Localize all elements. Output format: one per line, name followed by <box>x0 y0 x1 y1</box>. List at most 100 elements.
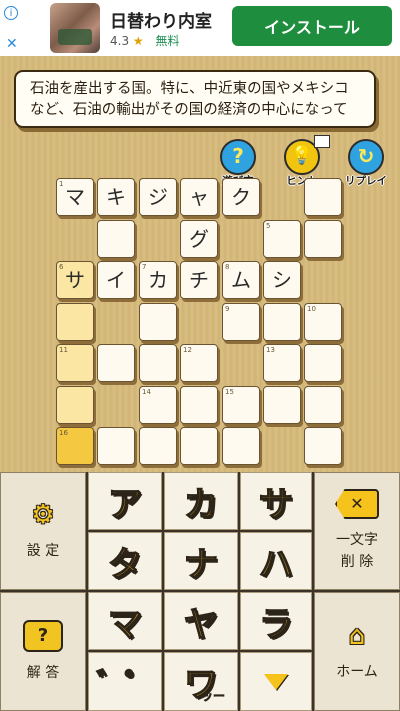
grid-cell[interactable]: 10 <box>304 303 342 341</box>
grid-cell[interactable] <box>97 344 135 382</box>
grid-cell[interactable] <box>263 303 301 341</box>
cell-number: 11 <box>59 346 68 354</box>
grid-cell[interactable]: ジ <box>139 178 177 216</box>
grid-cell[interactable] <box>139 427 177 465</box>
key-ya[interactable]: ヤ <box>164 592 238 650</box>
key-ta[interactable]: タ <box>88 532 162 590</box>
grid-cell[interactable]: 9 <box>222 303 260 341</box>
cell-number: 14 <box>142 388 151 396</box>
home-icon: ⌂ <box>348 620 366 651</box>
cell-letter: ク <box>231 185 251 209</box>
grid-cell[interactable]: ャ <box>180 178 218 216</box>
cell-number: 12 <box>183 346 192 354</box>
grid-cell[interactable] <box>97 427 135 465</box>
cell-letter: シ <box>272 268 292 292</box>
answer-label: 解 答 <box>26 664 60 681</box>
grid-cell[interactable] <box>304 344 342 382</box>
install-button[interactable]: インストール <box>232 6 392 46</box>
key-wa-sub: ッー <box>200 689 226 704</box>
grid-cell[interactable] <box>304 427 342 465</box>
ad-rating-value: 4.3 <box>110 34 130 48</box>
replay-button[interactable]: ↻ リプレイ <box>344 139 388 191</box>
grid-cell[interactable]: 7カ <box>139 261 177 299</box>
grid-cell[interactable] <box>222 427 260 465</box>
delete-label-1: 一文字 <box>336 532 378 548</box>
grid-cell[interactable]: 6サ <box>56 261 94 299</box>
grid-cell[interactable]: 16 <box>56 427 94 465</box>
cell-number: 7 <box>142 263 147 271</box>
ad-close-icon[interactable]: ✕ <box>6 36 18 52</box>
grid-cell[interactable]: ク <box>222 178 260 216</box>
cell-number: 16 <box>59 429 68 437</box>
grid-cell[interactable]: 5 <box>263 220 301 258</box>
cell-number: 13 <box>266 346 275 354</box>
collapse-keyboard-button[interactable] <box>240 652 312 711</box>
ad-rating: 4.3 ★ 無料 <box>110 32 180 49</box>
grid-cell[interactable]: チ <box>180 261 218 299</box>
grid-cell[interactable] <box>180 427 218 465</box>
grid-cell[interactable] <box>56 303 94 341</box>
key-wa[interactable]: ワ ッー <box>164 652 238 711</box>
grid-cell[interactable] <box>263 386 301 424</box>
cell-letter: ャ <box>189 185 209 209</box>
grid-cell[interactable]: 1マ <box>56 178 94 216</box>
grid-cell[interactable]: イ <box>97 261 135 299</box>
key-ra[interactable]: ラ <box>240 592 312 650</box>
cell-number: 8 <box>225 263 230 271</box>
grid-cell[interactable] <box>304 386 342 424</box>
key-dakuten[interactable]: ゛゜ <box>88 652 162 711</box>
ad-info-icon[interactable]: i <box>4 6 18 20</box>
cell-number: 9 <box>225 305 230 313</box>
key-a[interactable]: ア <box>88 472 162 530</box>
settings-label: 設 定 <box>26 543 60 559</box>
cell-number: 5 <box>266 222 271 230</box>
grid-cell[interactable] <box>56 386 94 424</box>
key-ka[interactable]: カ <box>164 472 238 530</box>
ad-price: 無料 <box>155 34 180 48</box>
ad-thumbnail[interactable] <box>50 3 100 53</box>
grid-cell[interactable]: 12 <box>180 344 218 382</box>
cell-letter: ム <box>231 268 251 292</box>
grid-cell[interactable] <box>180 386 218 424</box>
grid-cell[interactable]: グ <box>180 220 218 258</box>
cell-letter: チ <box>189 268 209 292</box>
cell-letter: キ <box>106 185 126 209</box>
grid-cell[interactable]: キ <box>97 178 135 216</box>
grid-cell[interactable] <box>97 220 135 258</box>
grid-cell[interactable]: 15 <box>222 386 260 424</box>
cell-number: 15 <box>225 388 234 396</box>
grid-cell[interactable]: 11 <box>56 344 94 382</box>
grid-cell[interactable]: 14 <box>139 386 177 424</box>
cell-number: 1 <box>59 180 64 188</box>
keyboard: ⚙ 設 定 ? 解 答 ✕ 一文字 削 除 ⌂ ホーム ア カ サ タ ナ ハ … <box>0 472 400 711</box>
cell-letter: イ <box>106 268 126 292</box>
key-sa[interactable]: サ <box>240 472 312 530</box>
ad-banner[interactable]: i ✕ 日替わり内室 4.3 ★ 無料 インストール <box>0 0 400 56</box>
cell-letter: マ <box>65 185 85 209</box>
ad-title[interactable]: 日替わり内室 <box>110 7 212 32</box>
key-ma[interactable]: マ <box>88 592 162 650</box>
replay-label: リプレイ <box>345 175 387 187</box>
home-button[interactable]: ⌂ ホーム <box>314 592 400 711</box>
key-na[interactable]: ナ <box>164 532 238 590</box>
replay-icon: ↻ <box>348 139 384 175</box>
settings-button[interactable]: ⚙ 設 定 <box>0 472 86 590</box>
home-label: ホーム <box>336 663 378 680</box>
delete-button[interactable]: ✕ 一文字 削 除 <box>314 472 400 590</box>
grid-cell[interactable]: 8ム <box>222 261 260 299</box>
gear-icon: ⚙ <box>31 500 55 530</box>
cell-letter: ジ <box>148 185 168 209</box>
star-icon: ★ <box>132 34 144 48</box>
grid-cell[interactable] <box>139 344 177 382</box>
grid-cell[interactable] <box>139 303 177 341</box>
question-bubble-icon: ? <box>23 619 63 652</box>
triangle-down-icon <box>264 673 288 690</box>
help-icon: ? <box>220 139 256 175</box>
answer-button[interactable]: ? 解 答 <box>0 592 86 711</box>
grid-cell[interactable]: シ <box>263 261 301 299</box>
grid-cell[interactable] <box>304 178 342 216</box>
grid-cell[interactable] <box>304 220 342 258</box>
cell-letter: サ <box>65 268 85 292</box>
key-ha[interactable]: ハ <box>240 532 312 590</box>
grid-cell[interactable]: 13 <box>263 344 301 382</box>
